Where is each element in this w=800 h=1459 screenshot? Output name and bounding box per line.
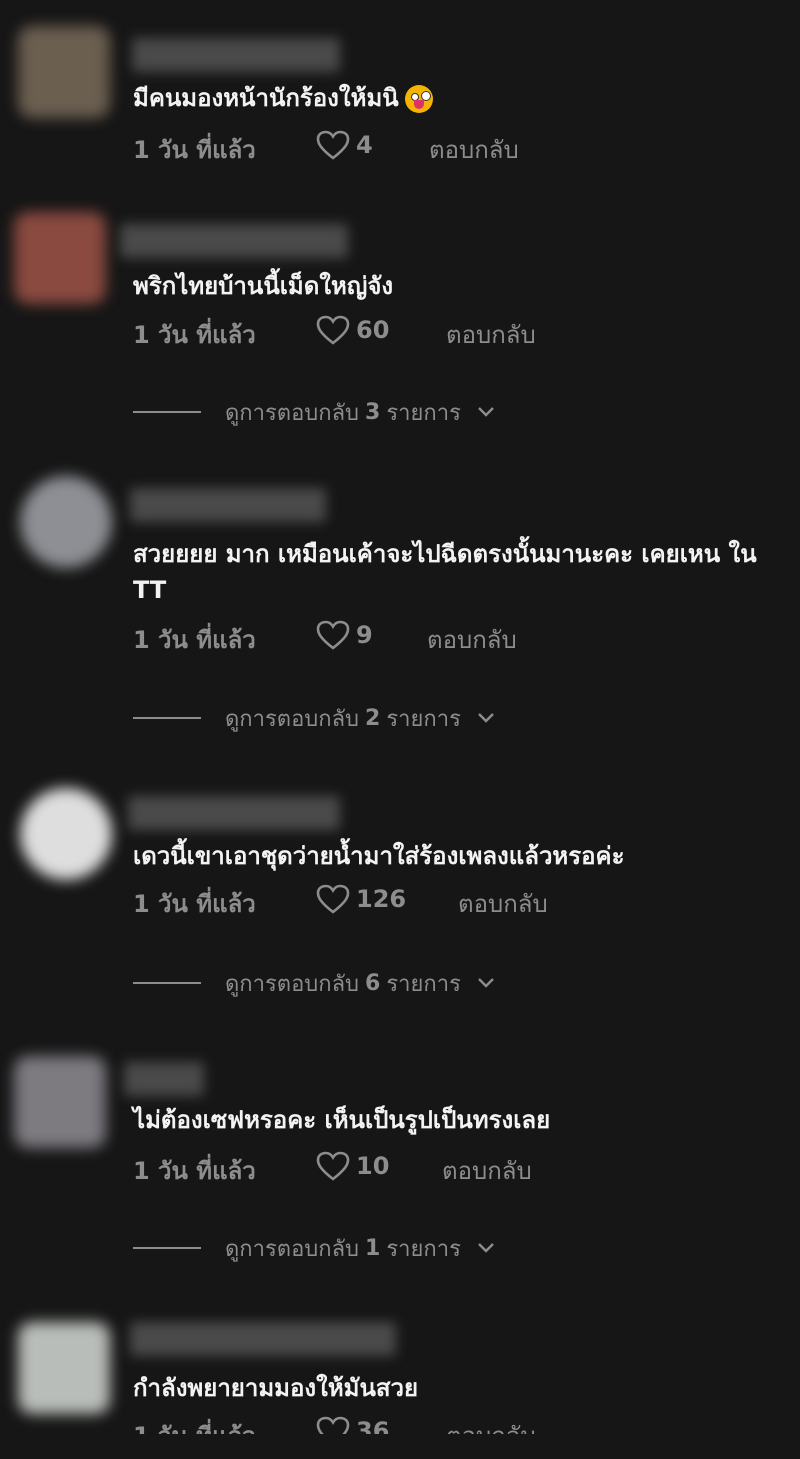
avatar[interactable]: [18, 1322, 110, 1414]
comment-meta: 1 วัน ที่แล้ว 36 ตอบกลับ: [133, 1416, 633, 1434]
like-button[interactable]: 36: [316, 1416, 389, 1434]
comment-text: กำลังพยายามมองให้มันสวย: [133, 1370, 773, 1406]
comment-text-content: กำลังพยายามมองให้มันสวย: [133, 1374, 419, 1402]
reply-button[interactable]: ตอบกลับ: [446, 1416, 536, 1434]
comment-item: กำลังพยายามมองให้มันสวย 1 วัน ที่แล้ว 36…: [0, 0, 800, 1434]
comment-date: 1 วัน ที่แล้ว: [133, 1416, 256, 1434]
like-count: 36: [356, 1417, 390, 1434]
username-blurred[interactable]: [130, 1322, 396, 1356]
heart-icon: [316, 1416, 350, 1434]
